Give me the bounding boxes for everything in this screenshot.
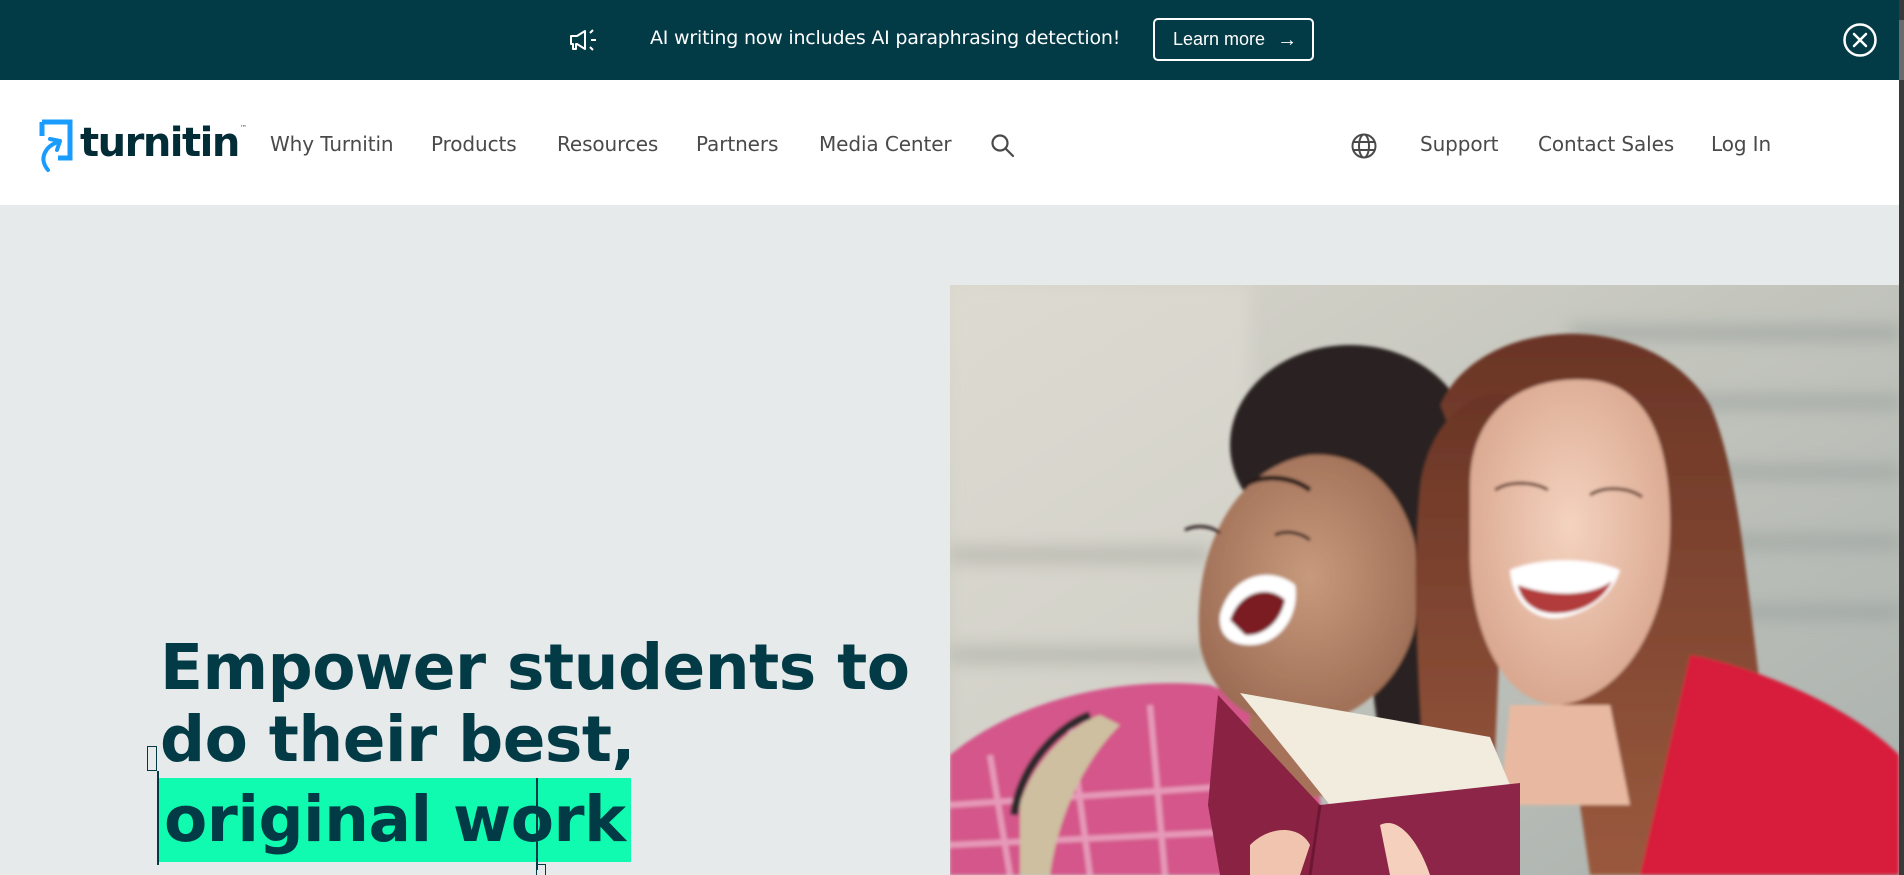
hero-image	[950, 285, 1899, 875]
nav-products[interactable]: Products	[431, 132, 517, 156]
main-nav: turnitin ™ Why Turnitin Products Resourc…	[0, 80, 1899, 205]
megaphone-icon	[570, 29, 596, 51]
scrollbar-thumb[interactable]	[1899, 20, 1904, 80]
announcement-banner: AI writing now includes AI paraphrasing …	[0, 0, 1899, 80]
banner-message: AI writing now includes AI paraphrasing …	[650, 27, 1121, 49]
selection-start-handle[interactable]	[147, 746, 157, 771]
headline-highlight: original work	[158, 778, 632, 862]
nav-contact-sales[interactable]: Contact Sales	[1538, 132, 1674, 156]
globe-icon[interactable]	[1350, 132, 1378, 160]
hero-headline: Empower students to do their best, origi…	[158, 631, 910, 862]
students-photo	[950, 285, 1899, 875]
logo-trademark: ™	[239, 124, 247, 132]
headline-line-2: do their best,	[160, 703, 635, 776]
search-icon[interactable]	[990, 133, 1016, 159]
nav-support[interactable]: Support	[1420, 132, 1498, 156]
turnitin-logo[interactable]: turnitin ™	[38, 118, 247, 174]
logo-wordmark: turnitin	[80, 120, 240, 166]
nav-why-turnitin[interactable]: Why Turnitin	[270, 132, 394, 156]
arrow-right-icon: →	[1277, 28, 1298, 51]
nav-log-in[interactable]: Log In	[1711, 132, 1771, 156]
turnitin-logo-icon	[39, 119, 73, 172]
nav-media-center[interactable]: Media Center	[819, 132, 952, 156]
selection-end-handle[interactable]	[536, 864, 546, 875]
nav-partners[interactable]: Partners	[696, 132, 778, 156]
selection-end-caret	[536, 778, 538, 870]
selection-start-caret	[157, 771, 159, 865]
headline-line-1: Empower students to	[160, 631, 910, 704]
close-banner-icon[interactable]	[1842, 22, 1878, 58]
page-scrollbar[interactable]	[1899, 0, 1904, 875]
nav-resources[interactable]: Resources	[557, 132, 658, 156]
learn-more-label: Learn more	[1173, 29, 1266, 49]
learn-more-button[interactable]: Learn more →	[1153, 18, 1314, 61]
hero-section: Empower students to do their best, origi…	[0, 205, 1899, 875]
